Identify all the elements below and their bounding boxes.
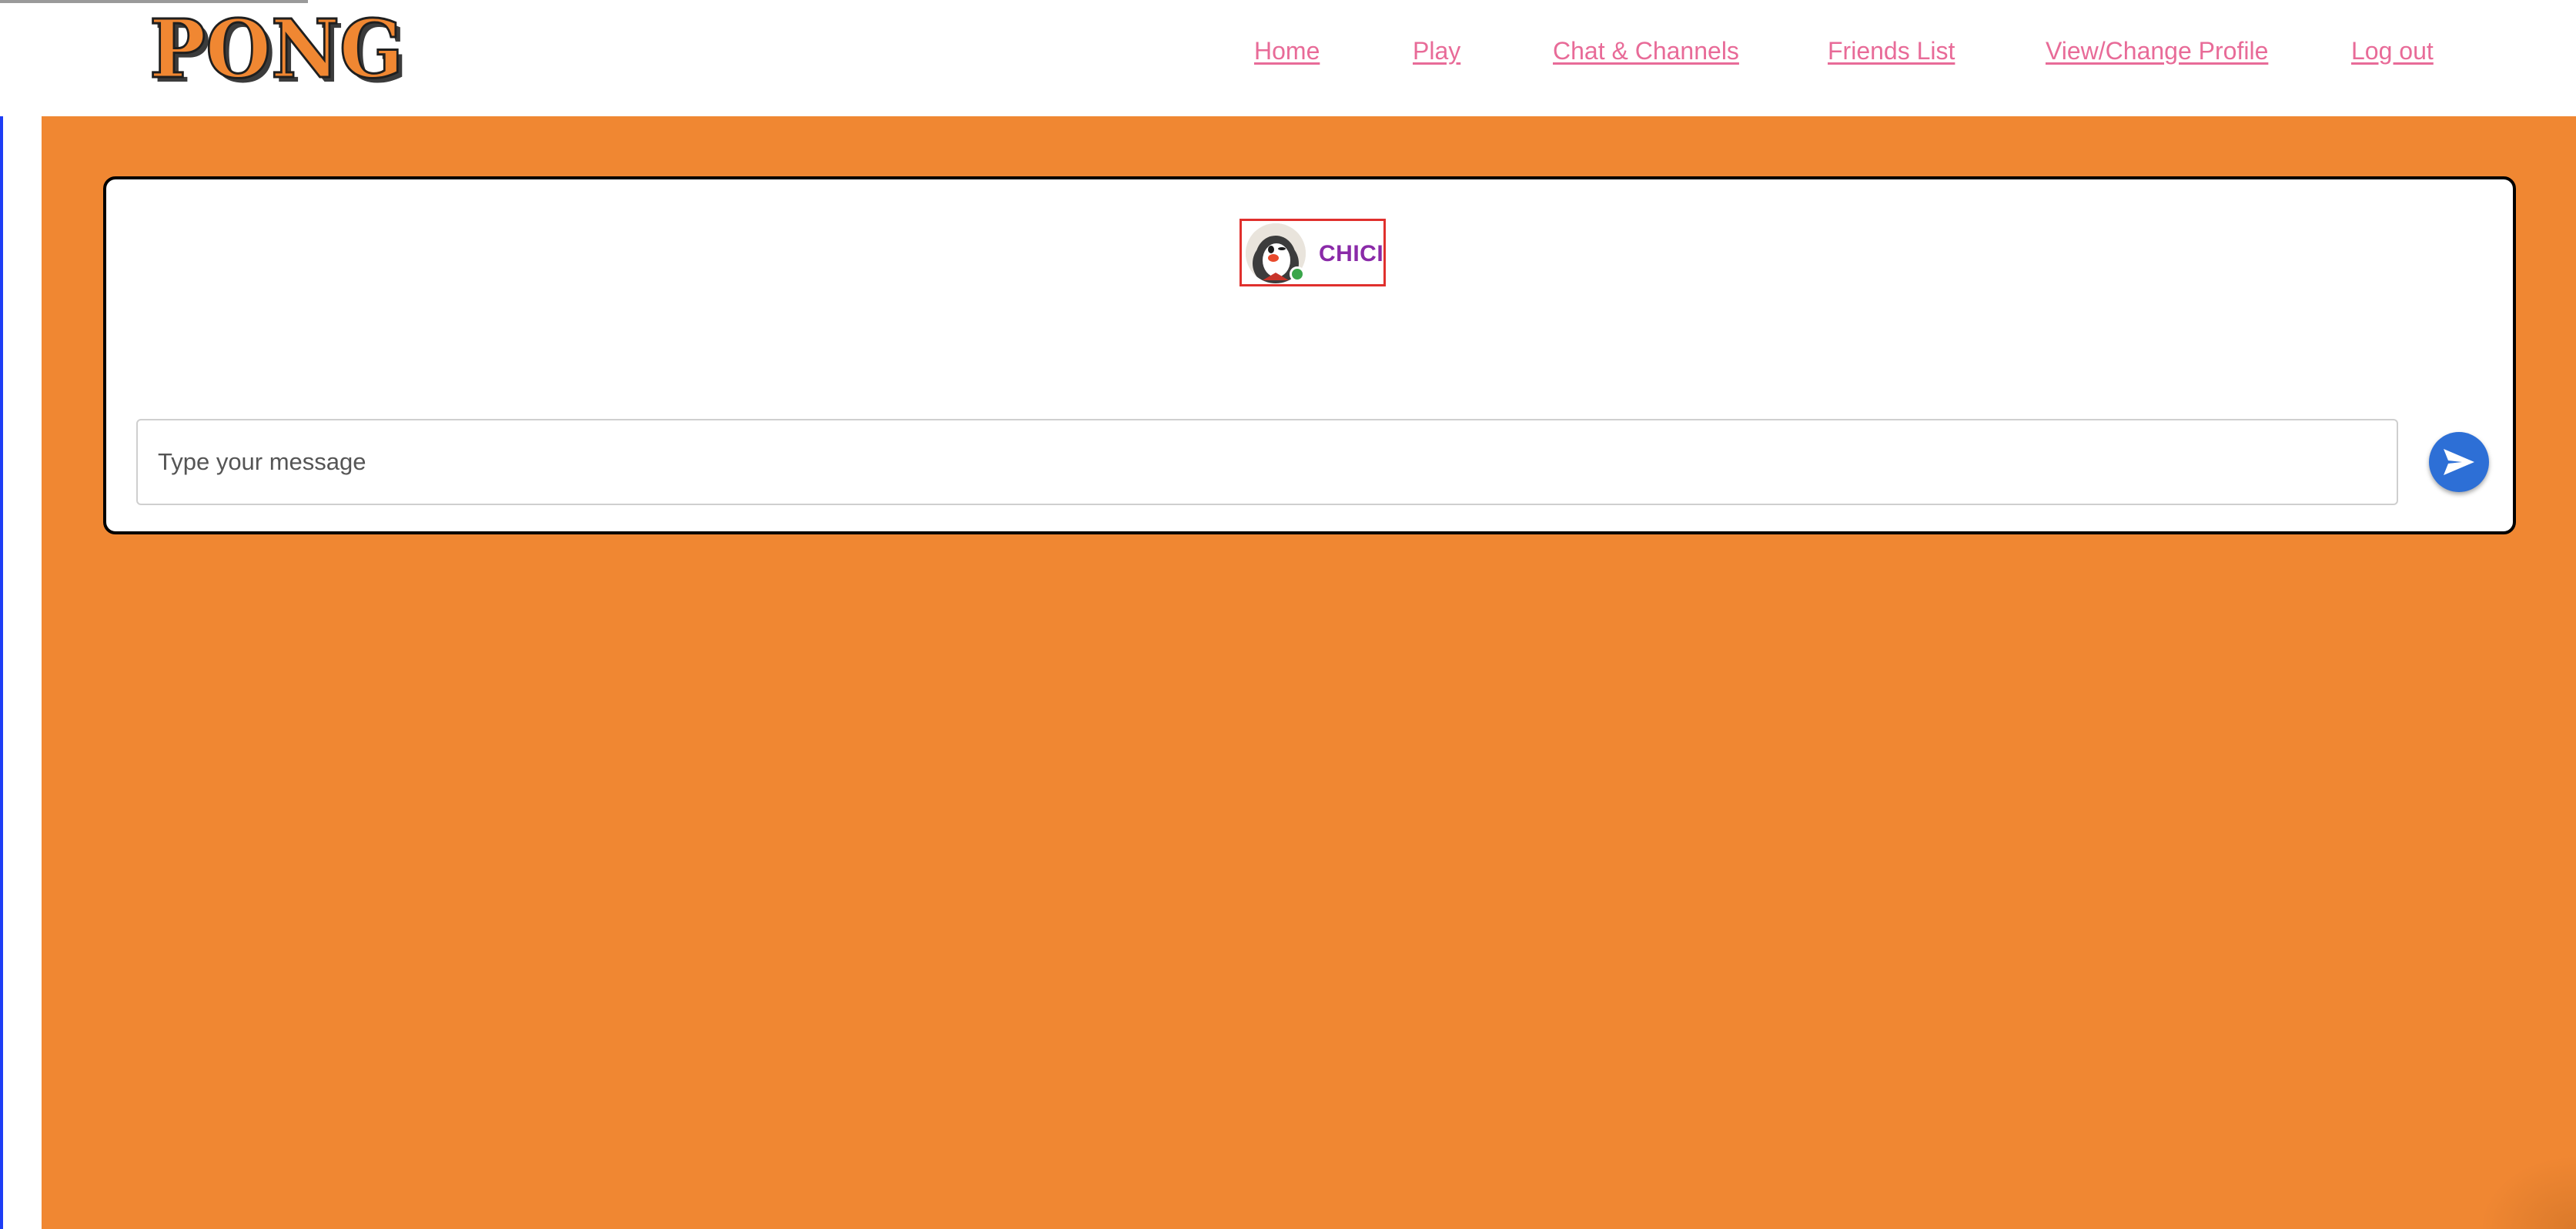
send-icon (2444, 449, 2474, 475)
nav-friends-list-link[interactable]: Friends List (1828, 37, 1955, 65)
left-blue-divider (0, 116, 3, 1229)
message-input[interactable] (136, 419, 2398, 505)
nav-chat-channels-link[interactable]: Chat & Channels (1553, 37, 1739, 65)
corner-shadow (2479, 1155, 2576, 1229)
chat-user-chip[interactable]: CHICI (1239, 219, 1386, 286)
nav-home-link[interactable]: Home (1254, 37, 1320, 65)
nav-view-change-profile-link[interactable]: View/Change Profile (2046, 37, 2268, 65)
pong-logo[interactable]: PONG PONG (148, 11, 413, 92)
online-status-indicator (1290, 266, 1305, 282)
pong-logo-text: PONG (149, 11, 403, 92)
pong-logo-graphic: PONG PONG (149, 11, 409, 92)
nav-log-out-link[interactable]: Log out (2351, 37, 2434, 65)
top-edge-strip (0, 0, 308, 3)
top-navigation-bar: PONG PONG Home Play Chat & Channels Frie… (0, 0, 2576, 116)
left-sidebar-edge (0, 116, 42, 1229)
send-message-button[interactable] (2429, 432, 2489, 492)
nav-play-link[interactable]: Play (1413, 37, 1460, 65)
chat-username: CHICI (1319, 241, 1384, 266)
